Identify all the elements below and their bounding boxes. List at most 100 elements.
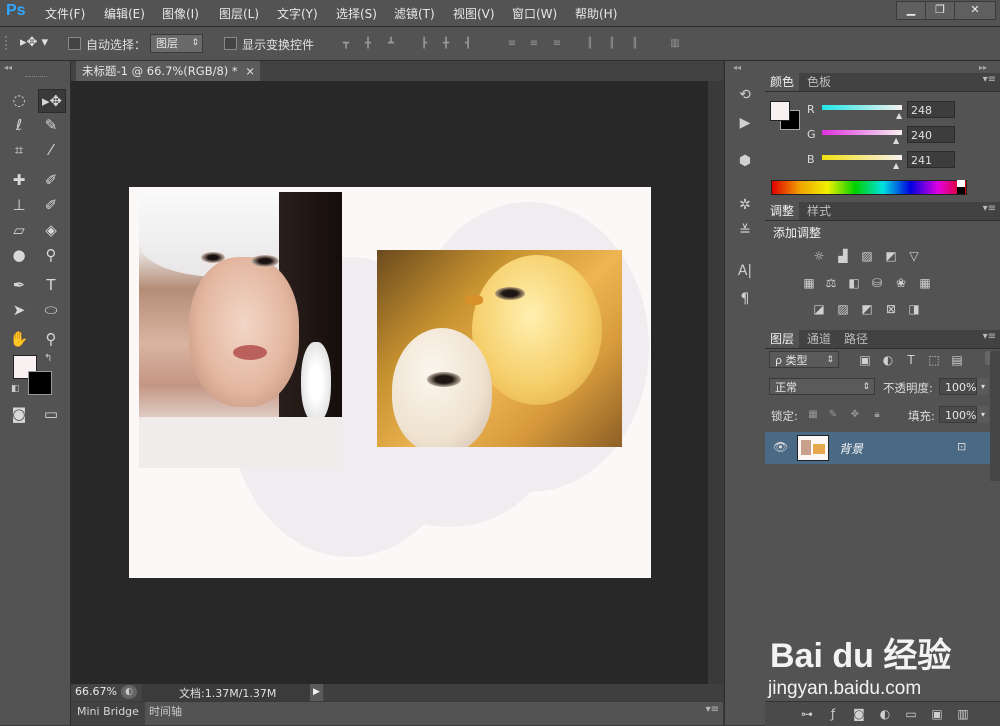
g-value-field[interactable]: 240 bbox=[907, 126, 955, 143]
paint-bucket-icon[interactable]: ◈ bbox=[38, 219, 64, 241]
show-transform-checkbox[interactable] bbox=[224, 37, 237, 50]
path-selection-icon[interactable]: ➤ bbox=[6, 299, 32, 321]
distribute-vcenter-icon[interactable]: ≡ bbox=[528, 38, 540, 50]
collapse-icon[interactable]: ◂◂ bbox=[4, 63, 12, 72]
screen-mode-icon[interactable]: ▭ bbox=[38, 403, 64, 425]
distribute-right-icon[interactable]: ║ bbox=[629, 38, 641, 50]
panel-menu-icon[interactable]: ▾≡ bbox=[706, 704, 719, 715]
filter-smart-object-icon[interactable]: ▤ bbox=[949, 353, 965, 367]
g-slider[interactable] bbox=[822, 130, 902, 135]
distribute-hcenter-icon[interactable]: ║ bbox=[606, 38, 618, 50]
background-color-swatch[interactable] bbox=[28, 371, 52, 395]
brush-panel-icon[interactable]: ✲ bbox=[734, 195, 756, 215]
curves-icon[interactable]: ▨ bbox=[859, 249, 875, 263]
layers-scrollbar[interactable] bbox=[990, 351, 1000, 481]
threshold-icon[interactable]: ◩ bbox=[859, 302, 875, 316]
panel-menu-icon[interactable]: ▾≡ bbox=[983, 331, 996, 342]
r-slider[interactable] bbox=[822, 105, 902, 110]
lock-position-icon[interactable]: ✥ bbox=[847, 408, 863, 422]
vibrance-icon[interactable]: ▽ bbox=[906, 249, 922, 263]
color-balance-icon[interactable]: ⚖ bbox=[823, 276, 839, 290]
menu-edit[interactable]: 编辑(E) bbox=[104, 5, 145, 22]
clone-stamp-icon[interactable]: ⊥ bbox=[6, 194, 32, 216]
crop-tool-icon[interactable]: ⌗ bbox=[6, 139, 32, 161]
white-swatch[interactable] bbox=[957, 180, 965, 187]
black-white-icon[interactable]: ◧ bbox=[846, 276, 862, 290]
ellipse-tool-icon[interactable]: ⬭ bbox=[38, 299, 64, 321]
opacity-arrow-icon[interactable]: ▾ bbox=[977, 378, 989, 395]
color-lookup-icon[interactable]: ▦ bbox=[917, 276, 933, 290]
restore-button[interactable]: ❐ bbox=[925, 1, 955, 20]
align-top-icon[interactable]: ┳ bbox=[340, 38, 352, 50]
channel-mixer-icon[interactable]: ❀ bbox=[893, 276, 909, 290]
history-panel-icon[interactable]: ⟲ bbox=[734, 85, 756, 105]
menu-image[interactable]: 图像(I) bbox=[162, 5, 199, 22]
opacity-field[interactable]: 100% bbox=[939, 378, 977, 395]
zoom-level[interactable]: 66.67% bbox=[75, 685, 117, 698]
panel-menu-icon[interactable]: ▾≡ bbox=[983, 74, 996, 85]
lasso-tool-icon[interactable]: ℓ bbox=[6, 114, 32, 136]
pen-tool-icon[interactable]: ✒ bbox=[6, 274, 32, 296]
actions-panel-icon[interactable]: ▶ bbox=[734, 113, 756, 133]
filter-type-icon[interactable]: T bbox=[903, 353, 919, 367]
tab-layers[interactable]: 图层 bbox=[765, 330, 800, 348]
tab-timeline[interactable]: 时间轴 bbox=[149, 702, 182, 722]
close-window-button[interactable]: ✕ bbox=[954, 1, 996, 20]
menu-type[interactable]: 文字(Y) bbox=[277, 5, 318, 22]
character-panel-icon[interactable]: A| bbox=[734, 261, 756, 281]
hand-tool-icon[interactable]: ✋ bbox=[6, 328, 32, 350]
distribute-bottom-icon[interactable]: ≡ bbox=[551, 38, 563, 50]
paragraph-panel-icon[interactable]: ¶ bbox=[734, 289, 756, 309]
align-left-icon[interactable]: ┣ bbox=[418, 38, 430, 50]
history-brush-icon[interactable]: ✐ bbox=[38, 194, 64, 216]
invert-icon[interactable]: ◪ bbox=[811, 302, 827, 316]
minimize-button[interactable]: ▁ bbox=[896, 1, 926, 20]
black-swatch[interactable] bbox=[957, 187, 965, 194]
3d-panel-icon[interactable]: ⬢ bbox=[734, 151, 756, 171]
layer-filter-dropdown[interactable]: ρ 类型 ⇕ bbox=[769, 351, 839, 368]
delete-layer-icon[interactable]: ▥ bbox=[955, 707, 971, 721]
fill-arrow-icon[interactable]: ▾ bbox=[977, 406, 989, 423]
selective-color-icon[interactable]: ◨ bbox=[906, 302, 922, 316]
quick-mask-icon[interactable]: ◙ bbox=[6, 403, 32, 425]
brush-tool-icon[interactable]: ✐ bbox=[38, 169, 64, 191]
tab-channels[interactable]: 通道 bbox=[802, 330, 836, 348]
menu-filter[interactable]: 滤镜(T) bbox=[394, 5, 435, 22]
menu-view[interactable]: 视图(V) bbox=[453, 5, 495, 22]
distribute-left-icon[interactable]: ║ bbox=[584, 38, 596, 50]
blend-mode-dropdown[interactable]: 正常 ⇕ bbox=[769, 378, 875, 395]
visibility-eye-icon[interactable]: 👁︎ bbox=[773, 440, 788, 454]
filter-adjustment-icon[interactable]: ◐ bbox=[880, 353, 896, 367]
marquee-tool-icon[interactable]: ◌ bbox=[6, 89, 32, 111]
brightness-contrast-icon[interactable]: ☼ bbox=[811, 249, 827, 263]
quick-selection-tool-icon[interactable]: ✎ bbox=[38, 114, 64, 136]
b-value-field[interactable]: 241 bbox=[907, 151, 955, 168]
new-adjustment-icon[interactable]: ◐ bbox=[877, 707, 893, 721]
eyedropper-tool-icon[interactable]: ⁄ bbox=[38, 139, 64, 161]
add-mask-icon[interactable]: ◙ bbox=[851, 707, 867, 721]
tab-swatches[interactable]: 色板 bbox=[802, 73, 836, 91]
color-spectrum-bar[interactable] bbox=[771, 180, 967, 195]
default-colors-icon[interactable]: ◧ bbox=[11, 384, 20, 394]
b-slider-thumb-icon[interactable]: ▲ bbox=[893, 161, 899, 170]
menu-layer[interactable]: 图层(L) bbox=[219, 5, 259, 22]
levels-icon[interactable]: ▟ bbox=[835, 249, 851, 263]
move-tool-icon[interactable]: ▸✥ bbox=[38, 89, 66, 113]
zoom-tool-icon[interactable]: ⚲ bbox=[38, 328, 64, 350]
menu-help[interactable]: 帮助(H) bbox=[575, 5, 617, 22]
collapse-icon[interactable]: ◂◂ bbox=[733, 63, 741, 72]
eraser-tool-icon[interactable]: ▱ bbox=[6, 219, 32, 241]
layer-style-icon[interactable]: ƒ bbox=[825, 707, 841, 721]
panel-menu-icon[interactable]: ▾≡ bbox=[983, 203, 996, 214]
status-menu-arrow-icon[interactable]: ▶ bbox=[310, 684, 323, 701]
distribute-top-icon[interactable]: ≡ bbox=[506, 38, 518, 50]
dodge-tool-icon[interactable]: ⚲ bbox=[38, 244, 64, 266]
align-vcenter-icon[interactable]: ╋ bbox=[362, 38, 374, 50]
align-hcenter-icon[interactable]: ╋ bbox=[440, 38, 452, 50]
close-tab-icon[interactable]: × bbox=[245, 61, 255, 81]
tab-adjustments[interactable]: 调整 bbox=[765, 202, 800, 220]
vertical-scrollbar[interactable] bbox=[708, 81, 723, 684]
layer-row[interactable]: 👁︎ 背景 ⊡ bbox=[765, 432, 990, 464]
new-layer-icon[interactable]: ▣ bbox=[929, 707, 945, 721]
tab-paths[interactable]: 路径 bbox=[839, 330, 873, 348]
